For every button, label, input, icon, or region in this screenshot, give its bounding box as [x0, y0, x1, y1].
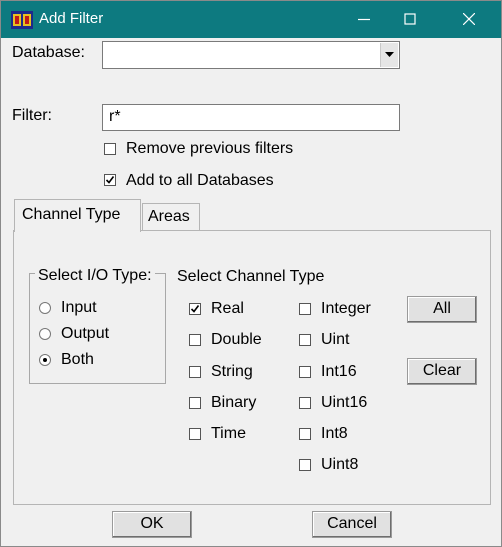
add-to-all-databases-checkbox[interactable]	[104, 174, 116, 186]
real-label[interactable]: Real	[211, 300, 244, 318]
uint-label[interactable]: Uint	[321, 331, 349, 349]
double-checkbox[interactable]	[189, 334, 201, 346]
tab-areas-label: Areas	[148, 208, 190, 225]
maximize-icon	[404, 13, 416, 25]
filter-input[interactable]: r*	[102, 104, 400, 131]
remove-previous-filters-label[interactable]: Remove previous filters	[126, 140, 293, 158]
minimize-button[interactable]	[342, 1, 388, 38]
tab-channel-type-label: Channel Type	[22, 206, 121, 223]
input-radio-label[interactable]: Input	[61, 299, 97, 317]
checkmark-icon	[105, 176, 115, 184]
chevron-down-icon	[385, 52, 394, 57]
all-button[interactable]: All	[407, 296, 477, 323]
input-radio[interactable]	[39, 302, 51, 314]
uint8-checkbox[interactable]	[299, 459, 311, 471]
binary-checkbox[interactable]	[189, 397, 201, 409]
int8-label[interactable]: Int8	[321, 425, 348, 443]
database-label: Database:	[12, 44, 85, 61]
title-bar[interactable]: Add Filter	[1, 1, 501, 38]
uint-checkbox[interactable]	[299, 334, 311, 346]
app-icon	[11, 11, 33, 29]
output-radio-label[interactable]: Output	[61, 325, 109, 343]
tab-areas[interactable]: Areas	[142, 203, 200, 230]
integer-checkbox[interactable]	[299, 303, 311, 315]
uint16-label[interactable]: Uint16	[321, 394, 367, 412]
both-radio-label[interactable]: Both	[61, 351, 94, 369]
tab-channel-type[interactable]: Channel Type	[14, 199, 141, 232]
window-title: Add Filter	[39, 10, 104, 27]
string-label[interactable]: String	[211, 363, 253, 381]
int16-label[interactable]: Int16	[321, 363, 357, 381]
ok-button[interactable]: OK	[112, 511, 192, 538]
maximize-button[interactable]	[388, 1, 434, 38]
remove-previous-filters-checkbox[interactable]	[104, 143, 116, 155]
checkmark-icon	[190, 305, 200, 313]
int16-checkbox[interactable]	[299, 366, 311, 378]
close-button[interactable]	[447, 1, 493, 38]
add-filter-dialog: Add Filter Database: Filter: r* Remove p…	[0, 0, 502, 547]
add-to-all-databases-label[interactable]: Add to all Databases	[126, 172, 274, 190]
double-label[interactable]: Double	[211, 331, 262, 349]
clear-button[interactable]: Clear	[407, 358, 477, 385]
real-checkbox[interactable]	[189, 303, 201, 315]
cancel-button[interactable]: Cancel	[312, 511, 392, 538]
dropdown-arrow-button[interactable]	[380, 43, 398, 67]
output-radio[interactable]	[39, 328, 51, 340]
time-label[interactable]: Time	[211, 425, 246, 443]
both-radio[interactable]	[39, 354, 51, 366]
radio-selected-dot	[43, 358, 47, 362]
database-dropdown[interactable]	[102, 41, 400, 69]
minimize-icon	[358, 18, 370, 21]
filter-value: r*	[109, 108, 121, 125]
io-type-group-title: Select I/O Type:	[35, 267, 155, 285]
close-icon	[463, 13, 475, 25]
time-checkbox[interactable]	[189, 428, 201, 440]
uint8-label[interactable]: Uint8	[321, 456, 358, 474]
binary-label[interactable]: Binary	[211, 394, 256, 412]
channel-type-title: Select Channel Type	[177, 268, 325, 285]
integer-label[interactable]: Integer	[321, 300, 371, 318]
uint16-checkbox[interactable]	[299, 397, 311, 409]
int8-checkbox[interactable]	[299, 428, 311, 440]
string-checkbox[interactable]	[189, 366, 201, 378]
filter-label: Filter:	[12, 107, 52, 124]
